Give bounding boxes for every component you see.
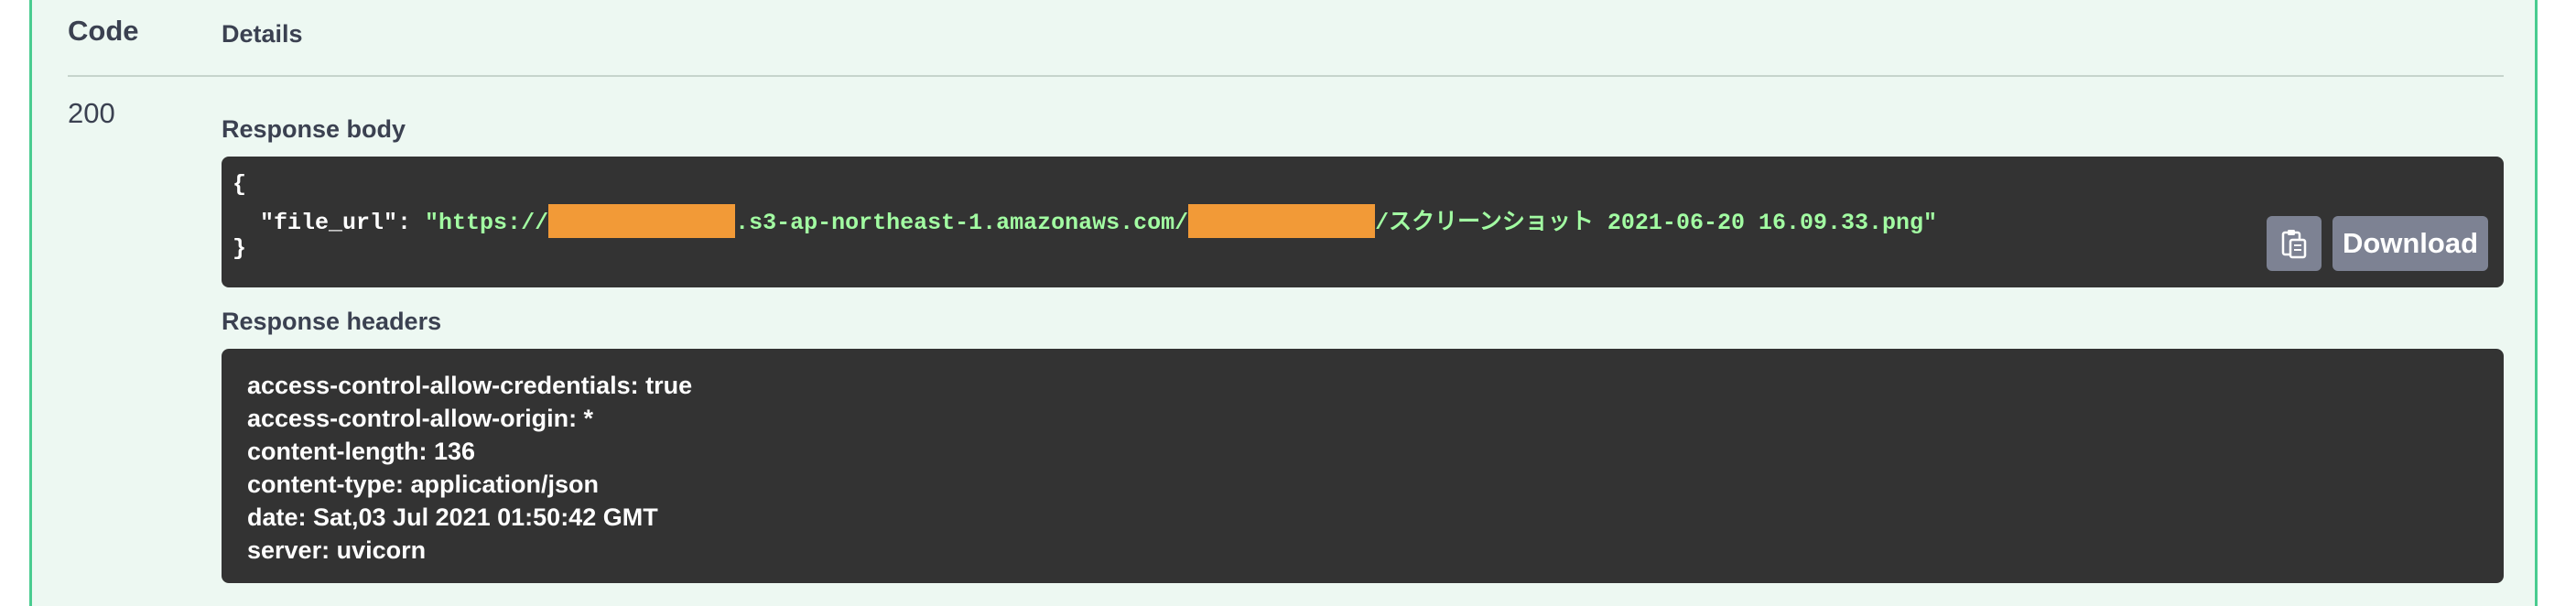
response-body-box[interactable]: { "file_url": "https:// .s3-ap-northeast-…	[222, 157, 2504, 287]
json-url-prefix: "https://	[425, 210, 549, 236]
header-divider	[68, 75, 2504, 77]
header-line: server: uvicorn	[247, 536, 427, 564]
response-status-code: 200	[68, 97, 115, 129]
response-headers-title: Response headers	[222, 308, 442, 335]
json-close-brace: }	[233, 235, 247, 262]
json-open-brace: {	[233, 171, 247, 198]
response-headers-box[interactable]: access-control-allow-credentials: true a…	[222, 349, 2504, 583]
download-button[interactable]: Download	[2332, 216, 2488, 271]
clipboard-icon	[2281, 230, 2307, 259]
json-key: "file_url":	[233, 210, 426, 236]
json-url-suffix: /スクリーンショット 2021-06-20 16.09.33.png"	[1375, 210, 1937, 236]
header-line: date: Sat,03 Jul 2021 01:50:42 GMT	[247, 503, 658, 531]
header-line: content-type: application/json	[247, 471, 600, 498]
header-line: access-control-allow-origin: *	[247, 405, 594, 432]
code-column-header: Code	[68, 15, 139, 47]
header-line: access-control-allow-credentials: true	[247, 372, 693, 399]
redacted-bucket-name	[548, 203, 736, 238]
redacted-path	[1188, 203, 1376, 238]
json-url-middle: .s3-ap-northeast-1.amazonaws.com/	[735, 210, 1189, 236]
copy-to-clipboard-button[interactable]	[2267, 216, 2322, 271]
header-line: content-length: 136	[247, 438, 476, 465]
response-body-title: Response body	[222, 115, 406, 143]
json-file-url-line: "file_url": "https:// .s3-ap-northeast-1.…	[233, 203, 1937, 238]
details-column-header: Details	[222, 20, 303, 48]
